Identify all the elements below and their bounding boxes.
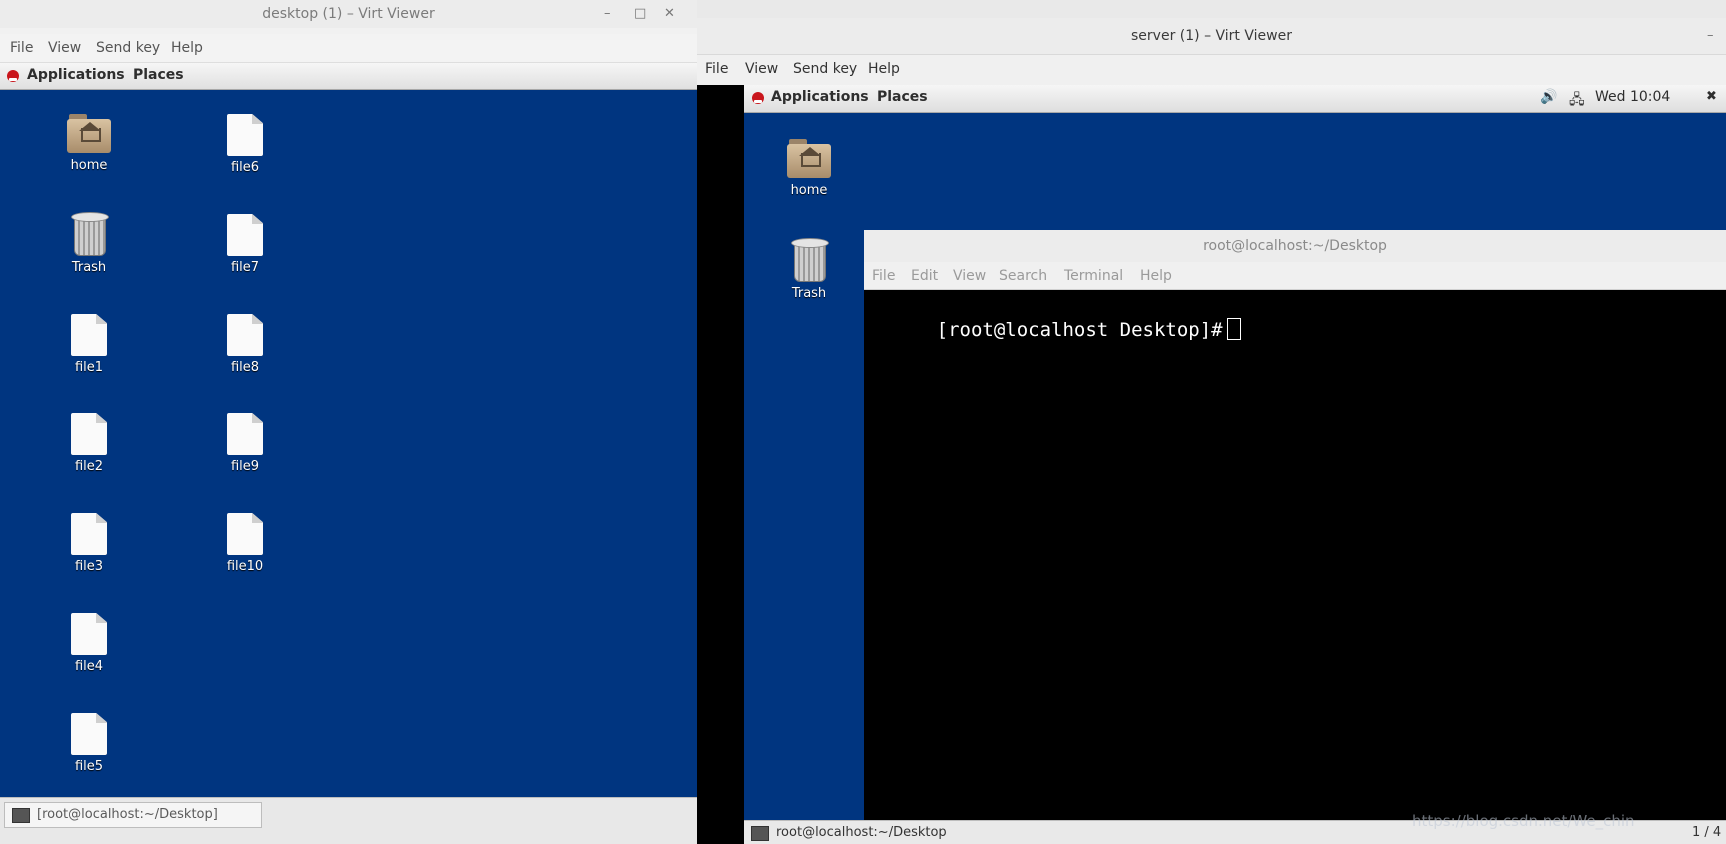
right-places-menu[interactable]: Places	[877, 89, 928, 105]
terminal-output[interactable]: [root@localhost Desktop]#	[864, 290, 1726, 820]
right-menu-send-key[interactable]: Send key	[793, 61, 857, 77]
desktop-icon-file10[interactable]: file10	[195, 513, 295, 574]
file-icon	[71, 314, 107, 356]
left-desktop: home Trash file1 file2 file3 file4 file5	[0, 90, 697, 797]
terminal-icon	[12, 808, 30, 823]
right-window-title: server (1) – Virt Viewer	[1131, 28, 1292, 44]
file-icon	[227, 314, 263, 356]
desktop-icon-file8[interactable]: file8	[195, 314, 295, 375]
desktop-icon-file9[interactable]: file9	[195, 413, 295, 474]
desktop-icon-home[interactable]: home	[39, 114, 139, 173]
terminal-icon	[751, 826, 769, 841]
left-menu-file[interactable]: File	[10, 40, 33, 56]
right-menu-help[interactable]: Help	[868, 61, 900, 77]
terminal-menu-edit[interactable]: Edit	[911, 268, 938, 284]
desktop-icon-file6[interactable]: file6	[195, 114, 295, 175]
workspace-indicator[interactable]: 1 / 4	[1692, 821, 1721, 844]
user-menu-icon[interactable]: ✖	[1706, 89, 1717, 104]
left-places-menu[interactable]: Places	[133, 67, 184, 83]
terminal-titlebar[interactable]: root@localhost:~/Desktop	[864, 230, 1726, 262]
terminal-title: root@localhost:~/Desktop	[1203, 238, 1387, 254]
file-icon	[227, 413, 263, 455]
terminal-menu-help[interactable]: Help	[1140, 268, 1172, 284]
left-taskbar: [root@localhost:~/Desktop]	[0, 797, 697, 844]
terminal-prompt: [root@localhost Desktop]#	[936, 319, 1223, 341]
desktop-icon-file5[interactable]: file5	[39, 713, 139, 774]
desktop-icon-file1[interactable]: file1	[39, 314, 139, 375]
home-folder-icon	[67, 114, 111, 154]
right-applications-menu[interactable]: Applications	[771, 89, 869, 105]
terminal-menu-search[interactable]: Search	[999, 268, 1047, 284]
terminal-menu-view[interactable]: View	[953, 268, 986, 284]
terminal-cursor	[1226, 318, 1241, 340]
desktop-icon-trash[interactable]: Trash	[39, 212, 139, 275]
right-taskbar-terminal-button[interactable]: root@localhost:~/Desktop	[776, 821, 947, 844]
desktop-icon-file2[interactable]: file2	[39, 413, 139, 474]
clock[interactable]: Wed 10:04	[1595, 89, 1670, 105]
file-icon	[227, 513, 263, 555]
right-desktop-icon-home[interactable]: home	[759, 139, 859, 198]
terminal-menubar: File Edit View Search Terminal Help	[864, 262, 1726, 290]
maximize-icon[interactable]: □	[634, 0, 646, 28]
file-icon	[71, 513, 107, 555]
file-icon	[227, 114, 263, 156]
watermark: https://blog.csdn.net/We_chin	[1412, 812, 1635, 830]
desktop-icon-file3[interactable]: file3	[39, 513, 139, 574]
left-menu-help[interactable]: Help	[171, 40, 203, 56]
left-virt-viewer-window: desktop (1) – Virt Viewer – □ ✕ File Vie…	[0, 0, 697, 844]
home-folder-icon	[787, 139, 831, 179]
minimize-icon[interactable]: –	[604, 0, 611, 28]
desktop-icon-file4[interactable]: file4	[39, 613, 139, 674]
file-icon	[71, 413, 107, 455]
terminal-menu-terminal[interactable]: Terminal	[1064, 268, 1123, 284]
left-menu-send-key[interactable]: Send key	[96, 40, 160, 56]
network-icon[interactable]: 🖧	[1569, 89, 1585, 113]
volume-icon[interactable]: 🔊	[1540, 89, 1557, 105]
minimize-icon[interactable]: –	[1707, 22, 1714, 50]
left-taskbar-terminal-button[interactable]: [root@localhost:~/Desktop]	[4, 802, 262, 828]
right-menu-view[interactable]: View	[745, 61, 778, 77]
terminal-window: root@localhost:~/Desktop File Edit View …	[864, 230, 1726, 820]
desktop-icon-file7[interactable]: file7	[195, 214, 295, 275]
file-icon	[227, 214, 263, 256]
file-icon	[71, 613, 107, 655]
redhat-logo-icon	[752, 92, 764, 104]
right-desktop-icon-trash[interactable]: Trash	[759, 238, 859, 301]
left-applications-menu[interactable]: Applications	[27, 67, 125, 83]
terminal-menu-file[interactable]: File	[872, 268, 895, 284]
left-window-titlebar[interactable]: desktop (1) – Virt Viewer – □ ✕	[0, 0, 697, 28]
trash-icon	[791, 238, 829, 282]
right-window-titlebar[interactable]: server (1) – Virt Viewer –	[697, 18, 1726, 55]
close-icon[interactable]: ✕	[664, 0, 675, 28]
right-gnome-top-bar: Applications Places 🔊 🖧 Wed 10:04 ✖	[744, 85, 1726, 113]
left-window-title: desktop (1) – Virt Viewer	[262, 6, 435, 22]
left-gnome-top-bar: Applications Places	[0, 63, 697, 90]
trash-icon	[71, 212, 109, 256]
redhat-logo-icon	[7, 70, 19, 82]
left-menubar: File View Send key Help	[0, 34, 697, 63]
right-menubar: File View Send key Help	[697, 55, 1726, 85]
right-menu-file[interactable]: File	[705, 61, 728, 77]
left-menu-view[interactable]: View	[48, 40, 81, 56]
file-icon	[71, 713, 107, 755]
